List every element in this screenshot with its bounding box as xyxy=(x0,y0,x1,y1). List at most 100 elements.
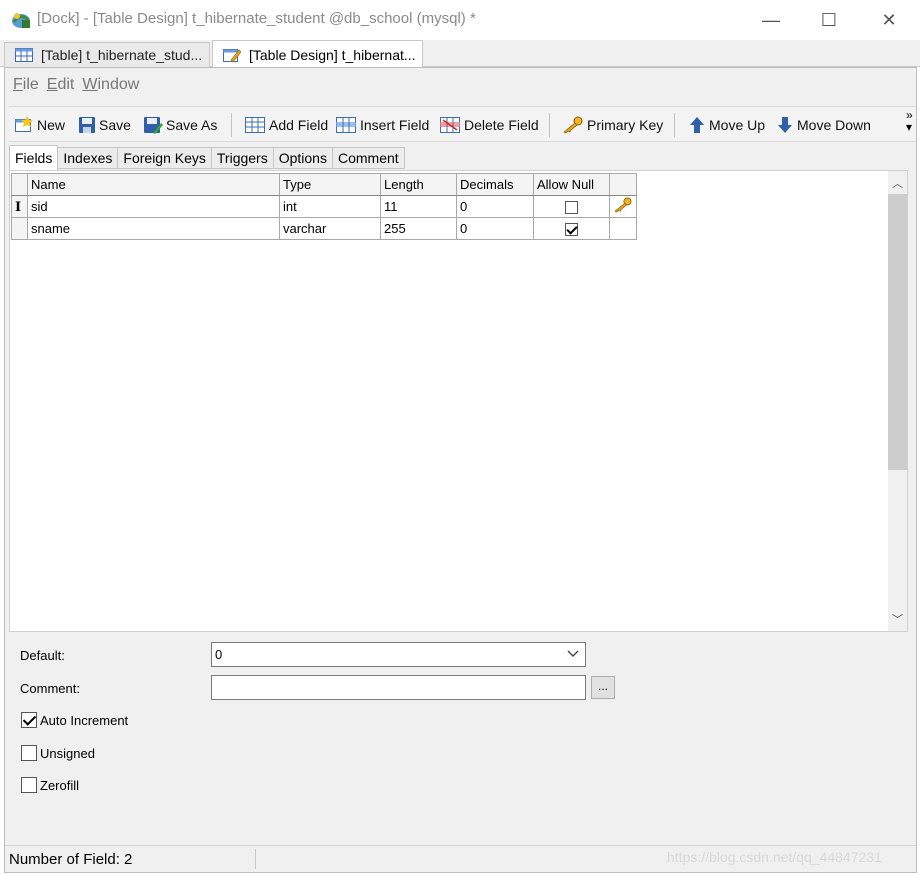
delete-field-icon xyxy=(440,117,460,133)
floppy-disk-icon xyxy=(79,117,95,133)
scroll-down-icon[interactable]: ﹀ xyxy=(892,611,903,627)
menu-bar: File Edit Window xyxy=(9,76,143,98)
zerofill-option[interactable]: Zerofill xyxy=(21,777,79,793)
tab-foreign-keys[interactable]: Foreign Keys xyxy=(118,147,212,169)
comment-ellipsis-button[interactable]: ... xyxy=(591,676,615,699)
insert-field-button[interactable]: Insert Field xyxy=(335,114,429,136)
row-indicator[interactable]: I xyxy=(11,195,28,218)
fields-grid: Name Type Length Decimals Allow Null I s… xyxy=(9,170,908,632)
toolbar-separator xyxy=(549,113,550,137)
add-field-button[interactable]: Add Field xyxy=(244,114,328,136)
document-tab-strip: [Table] t_hibernate_stud... [Table Desig… xyxy=(0,40,920,68)
doc-tab-table[interactable]: [Table] t_hibernate_stud... xyxy=(4,42,210,67)
row-indicator[interactable] xyxy=(11,217,28,240)
chevron-down-icon xyxy=(567,650,579,657)
zerofill-checkbox[interactable] xyxy=(21,777,37,793)
new-table-icon xyxy=(15,116,33,132)
grid-header-row: Name Type Length Decimals Allow Null xyxy=(11,173,637,196)
field-count-status: Number of Field: 2 xyxy=(9,851,133,868)
toolbar-separator xyxy=(674,113,675,137)
doc-tab-table-design[interactable]: [Table Design] t_hibernat... xyxy=(212,40,423,68)
comment-label: Comment: xyxy=(20,681,80,696)
doc-tab-label: [Table Design] t_hibernat... xyxy=(249,46,416,63)
field-type-cell[interactable]: int xyxy=(279,195,381,218)
toolbar: New Save Save As Add Field Insert Field … xyxy=(9,106,916,142)
auto-increment-checkbox[interactable] xyxy=(21,712,37,728)
primary-key-button[interactable]: Primary Key xyxy=(562,114,663,136)
save-button[interactable]: Save xyxy=(78,114,131,136)
scrollbar-thumb[interactable] xyxy=(888,194,907,470)
save-as-button[interactable]: Save As xyxy=(143,114,217,136)
tab-fields[interactable]: Fields xyxy=(9,145,59,170)
window-title: [Dock] - [Table Design] t_hibernate_stud… xyxy=(37,10,476,27)
table-row[interactable]: I sid int 11 0 xyxy=(11,195,637,218)
delete-field-button[interactable]: Delete Field xyxy=(439,114,539,136)
arrow-up-icon xyxy=(690,117,704,133)
tab-options[interactable]: Options xyxy=(273,147,333,169)
status-separator xyxy=(255,849,256,869)
field-type-cell[interactable]: varchar xyxy=(279,217,381,240)
auto-increment-label: Auto Increment xyxy=(40,712,129,728)
col-header-key xyxy=(609,173,637,196)
menu-edit[interactable]: Edit xyxy=(43,76,79,98)
table-design-icon xyxy=(223,48,241,62)
move-up-button[interactable]: Move Up xyxy=(688,114,765,136)
navicat-app-icon xyxy=(10,10,32,30)
row-indicator-header xyxy=(11,173,28,196)
chevron-down-icon: ▾ xyxy=(906,120,913,134)
close-button[interactable]: ✕ xyxy=(866,0,912,40)
unsigned-checkbox[interactable] xyxy=(21,745,37,761)
field-name-cell[interactable]: sid xyxy=(27,195,280,218)
minimize-button[interactable]: — xyxy=(748,0,794,40)
default-value: 0 xyxy=(215,647,223,662)
col-header-name[interactable]: Name xyxy=(27,173,280,196)
zerofill-label: Zerofill xyxy=(40,777,80,793)
key-icon xyxy=(563,116,583,134)
allow-null-checkbox[interactable] xyxy=(565,201,578,215)
grid-vertical-scrollbar[interactable]: ︿ ﹀ xyxy=(888,171,907,631)
default-label: Default: xyxy=(20,648,65,663)
allow-null-cell[interactable] xyxy=(533,195,610,218)
toolbar-separator xyxy=(231,113,232,137)
col-header-type[interactable]: Type xyxy=(279,173,381,196)
primary-key-cell xyxy=(609,195,637,218)
design-tabs: Fields Indexes Foreign Keys Triggers Opt… xyxy=(9,145,405,170)
scroll-up-icon[interactable]: ︿ xyxy=(892,175,903,191)
table-icon xyxy=(15,48,33,62)
tab-comment[interactable]: Comment xyxy=(332,147,405,169)
col-header-decimals[interactable]: Decimals xyxy=(456,173,534,196)
unsigned-option[interactable]: Unsigned xyxy=(21,745,95,761)
add-field-icon xyxy=(245,117,265,133)
unsigned-label: Unsigned xyxy=(40,745,95,761)
text-cursor-icon: I xyxy=(15,199,22,215)
toolbar-overflow-button[interactable]: » ▾ xyxy=(906,109,913,133)
primary-key-icon xyxy=(614,197,632,213)
col-header-allow-null[interactable]: Allow Null xyxy=(533,173,610,196)
allow-null-checkbox[interactable] xyxy=(565,223,578,237)
field-length-cell[interactable]: 255 xyxy=(380,217,457,240)
doc-tab-label: [Table] t_hibernate_stud... xyxy=(41,47,203,63)
menu-file[interactable]: File xyxy=(9,76,43,98)
maximize-button[interactable]: ☐ xyxy=(806,0,852,40)
field-length-cell[interactable]: 11 xyxy=(380,195,457,218)
auto-increment-option[interactable]: Auto Increment xyxy=(21,712,128,728)
move-down-button[interactable]: Move Down xyxy=(776,114,871,136)
tab-indexes[interactable]: Indexes xyxy=(58,147,119,169)
field-decimals-cell[interactable]: 0 xyxy=(456,195,534,218)
comment-input[interactable] xyxy=(211,675,586,700)
menu-window[interactable]: Window xyxy=(78,76,143,98)
arrow-down-icon xyxy=(778,117,792,133)
new-button[interactable]: New xyxy=(14,114,65,136)
title-bar: [Dock] - [Table Design] t_hibernate_stud… xyxy=(0,0,920,40)
allow-null-cell[interactable] xyxy=(533,217,610,240)
field-name-cell[interactable]: sname xyxy=(27,217,280,240)
watermark-text: https://blog.csdn.net/qq_44847231 xyxy=(667,849,882,865)
col-header-length[interactable]: Length xyxy=(380,173,457,196)
table-row[interactable]: sname varchar 255 0 xyxy=(11,217,637,240)
field-decimals-cell[interactable]: 0 xyxy=(456,217,534,240)
save-as-icon xyxy=(144,117,163,134)
insert-field-icon xyxy=(336,117,356,133)
default-combobox[interactable]: 0 xyxy=(211,642,586,667)
tab-triggers[interactable]: Triggers xyxy=(211,147,274,169)
primary-key-cell xyxy=(609,217,637,240)
